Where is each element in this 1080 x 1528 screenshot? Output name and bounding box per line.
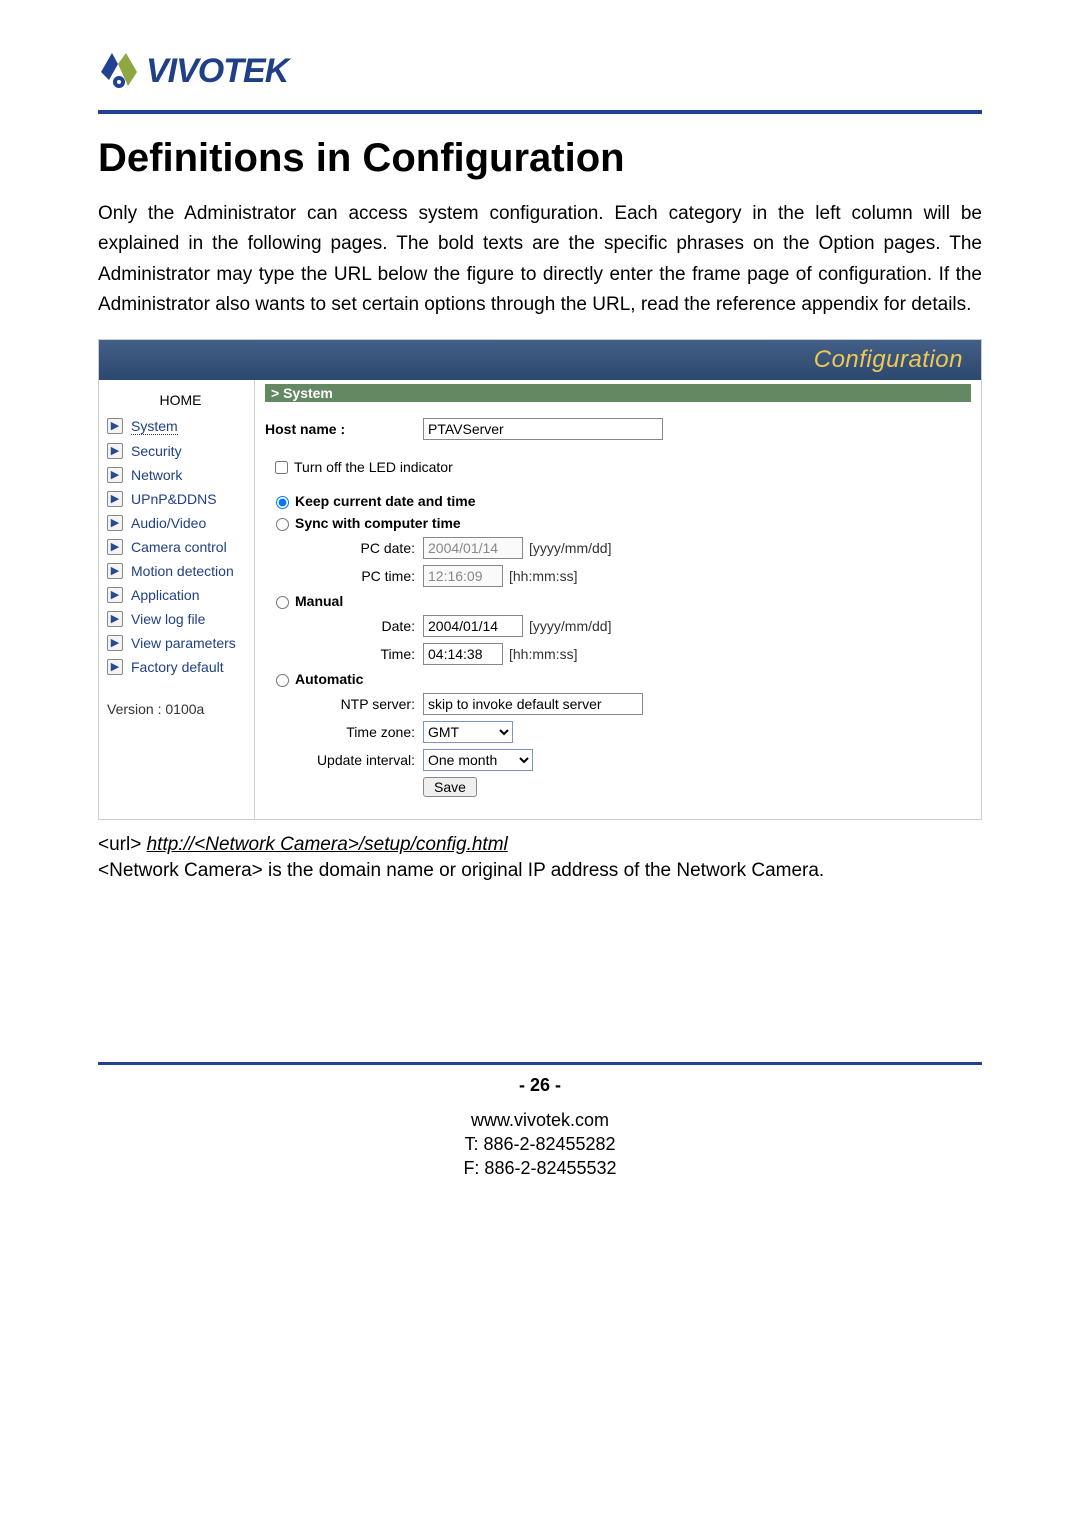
time-format-hint: [hh:mm:ss] (509, 568, 577, 584)
arrow-right-icon: ▶ (107, 611, 123, 627)
header-divider (98, 110, 982, 114)
manual-date-label: Date: (265, 618, 423, 634)
logo-mark-icon (98, 50, 140, 92)
url-subtext: <Network Camera> is the domain name or o… (98, 860, 982, 882)
timezone-select[interactable]: GMT (423, 721, 513, 743)
arrow-right-icon: ▶ (107, 659, 123, 675)
footer-website: www.vivotek.com (98, 1108, 982, 1132)
arrow-right-icon: ▶ (107, 539, 123, 555)
radio-automatic[interactable] (276, 674, 289, 687)
radio-sync[interactable] (276, 518, 289, 531)
config-title-bar: Configuration (99, 340, 981, 380)
timezone-label: Time zone: (265, 724, 423, 740)
radio-manual-label: Manual (295, 593, 343, 609)
brand-logo: VIVOTEK (98, 50, 982, 92)
sidebar-item-network[interactable]: ▶ Network (107, 463, 254, 487)
led-label: Turn off the LED indicator (294, 459, 453, 475)
radio-sync-label: Sync with computer time (295, 515, 461, 531)
arrow-right-icon: ▶ (107, 635, 123, 651)
pc-time-label: PC time: (265, 568, 423, 584)
sidebar-item-viewlog[interactable]: ▶ View log file (107, 607, 254, 631)
date-format-hint: [yyyy/mm/dd] (529, 618, 611, 634)
manual-date-input[interactable] (423, 615, 523, 637)
sidebar-item-application[interactable]: ▶ Application (107, 583, 254, 607)
sidebar-item-viewparams[interactable]: ▶ View parameters (107, 631, 254, 655)
hostname-label: Host name : (265, 421, 423, 437)
arrow-right-icon: ▶ (107, 443, 123, 459)
footer-contact: www.vivotek.com T: 886-2-82455282 F: 886… (98, 1108, 982, 1181)
radio-keep-current[interactable] (276, 496, 289, 509)
ntp-server-input[interactable] (423, 693, 643, 715)
sidebar-item-upnp[interactable]: ▶ UPnP&DDNS (107, 487, 254, 511)
page-number: - 26 - (98, 1075, 982, 1096)
update-interval-label: Update interval: (265, 752, 423, 768)
config-panel: > System Host name : Turn off the LED in… (255, 380, 981, 819)
manual-time-label: Time: (265, 646, 423, 662)
arrow-right-icon: ▶ (107, 515, 123, 531)
date-format-hint: [yyyy/mm/dd] (529, 540, 611, 556)
manual-time-input[interactable] (423, 643, 503, 665)
intro-paragraph: Only the Administrator can access system… (98, 199, 982, 321)
sidebar-item-security[interactable]: ▶ Security (107, 439, 254, 463)
sidebar-item-cameracontrol[interactable]: ▶ Camera control (107, 535, 254, 559)
footer-tel: T: 886-2-82455282 (98, 1132, 982, 1156)
arrow-right-icon: ▶ (107, 418, 123, 434)
pc-time-input (423, 565, 503, 587)
radio-manual[interactable] (276, 596, 289, 609)
pc-date-input (423, 537, 523, 559)
arrow-right-icon: ▶ (107, 467, 123, 483)
radio-automatic-label: Automatic (295, 671, 363, 687)
sidebar-item-system[interactable]: ▶ System (107, 414, 254, 439)
footer-divider (98, 1062, 982, 1065)
sidebar-home[interactable]: HOME (107, 392, 254, 408)
update-interval-select[interactable]: One month (423, 749, 533, 771)
sidebar-version: Version : 0100a (107, 701, 254, 717)
ntp-server-label: NTP server: (265, 696, 423, 712)
url-line: <url> http://<Network Camera>/setup/conf… (98, 834, 982, 856)
section-header-system: > System (265, 384, 971, 402)
hostname-input[interactable] (423, 418, 663, 440)
config-sidebar: HOME ▶ System ▶ Security ▶ Network ▶ UPn… (99, 380, 255, 819)
time-format-hint: [hh:mm:ss] (509, 646, 577, 662)
sidebar-item-motion[interactable]: ▶ Motion detection (107, 559, 254, 583)
save-button[interactable]: Save (423, 777, 477, 797)
sidebar-item-audiovideo[interactable]: ▶ Audio/Video (107, 511, 254, 535)
led-checkbox[interactable] (275, 461, 288, 474)
footer-fax: F: 886-2-82455532 (98, 1156, 982, 1180)
page-title: Definitions in Configuration (98, 136, 982, 181)
arrow-right-icon: ▶ (107, 587, 123, 603)
config-url: http://<Network Camera>/setup/config.htm… (147, 834, 508, 855)
sidebar-item-factorydefault[interactable]: ▶ Factory default (107, 655, 254, 679)
arrow-right-icon: ▶ (107, 491, 123, 507)
arrow-right-icon: ▶ (107, 563, 123, 579)
config-screenshot: Configuration HOME ▶ System ▶ Security ▶… (98, 339, 982, 820)
pc-date-label: PC date: (265, 540, 423, 556)
radio-keep-current-label: Keep current date and time (295, 493, 476, 509)
logo-text: VIVOTEK (146, 52, 288, 91)
